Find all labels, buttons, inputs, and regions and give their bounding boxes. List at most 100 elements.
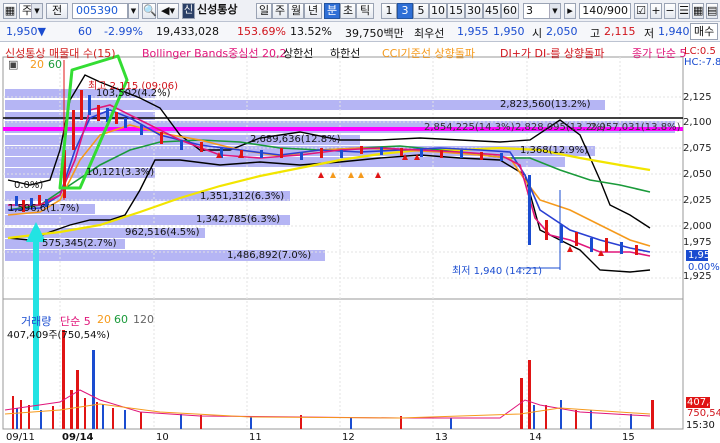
interval-1[interactable]: 1 — [381, 3, 397, 19]
volume-profile-bar — [5, 250, 325, 261]
price-change-pct: -2.99% — [104, 25, 143, 38]
hc-indicator: HC:-7.8 — [684, 57, 720, 68]
profile-label: 1,486,892(7.0%) — [227, 250, 312, 261]
current-price-marker: 1,950 — [688, 250, 717, 261]
stock-badge: 신 — [182, 3, 195, 19]
y-axis-label: 1,925 — [683, 271, 712, 282]
legend-vol-ma20[interactable]: 20 — [97, 313, 111, 326]
settings-icon[interactable]: ▣ — [8, 58, 18, 71]
legend-bollinger-center[interactable]: Bollinger Bands중심선 20,2 — [142, 45, 287, 61]
interval-5[interactable]: 5 — [413, 3, 429, 19]
legend-lower-band[interactable]: 하한선 — [330, 45, 360, 61]
y-axis-label: 2,025 — [683, 195, 712, 206]
legend-cci-cross[interactable]: CCI기준선 상향돌파 — [382, 45, 475, 61]
y-axis-label: 2,000 — [683, 221, 712, 232]
chevron-down-icon: ▼ — [31, 4, 42, 18]
volume-profile-bar — [5, 168, 155, 178]
volume-profile-bar — [5, 228, 205, 238]
search-icon[interactable]: 🔍 — [142, 3, 157, 19]
period-year[interactable]: 년 — [304, 3, 322, 19]
chart-canvas — [2, 54, 710, 430]
grid-view-icon[interactable]: ▦ — [692, 3, 704, 19]
period-day[interactable]: 일 — [256, 3, 272, 19]
data-count-input[interactable]: 140/900 — [579, 3, 631, 19]
stock-code-input[interactable]: 005390 — [72, 3, 128, 19]
legend-close-ma5[interactable]: 종가 단순 5 — [632, 45, 686, 61]
current-price: 1,950▼ — [6, 25, 46, 38]
volume-profile-bar — [5, 89, 155, 98]
best-bid: 1,950 — [493, 25, 525, 38]
turnover-rate: 13.52% — [290, 25, 332, 38]
interval-60[interactable]: 60 — [501, 3, 519, 19]
legend-di-cross[interactable]: DI+가 DI-를 상향돌파 — [500, 45, 604, 61]
profile-label: 103,502(4.2%) — [96, 88, 171, 99]
grid-icon[interactable]: ▦ — [3, 3, 17, 19]
y-axis-label: 2,125 — [683, 92, 712, 103]
zoom-out-icon[interactable]: − — [664, 3, 676, 19]
legend-upper-band[interactable]: 상한선 — [283, 45, 313, 61]
y-axis-label: 1,975 — [683, 237, 712, 248]
profile-label: 10,121(3.3%) — [86, 167, 155, 178]
checkbox-icon[interactable]: ☑ — [634, 3, 648, 19]
profile-label: 575,345(2.7%) — [42, 238, 117, 249]
cursor-icon[interactable]: ▸ — [564, 3, 576, 19]
volume-profile-bar — [5, 121, 675, 133]
y-axis-label: 2,050 — [683, 169, 712, 180]
volume-marker: 407,40 — [687, 397, 720, 408]
x-axis-label: 09/14 — [62, 432, 94, 443]
x-axis-label: 11 — [249, 432, 262, 443]
y-axis-label: 2,100 — [683, 117, 712, 128]
interval-3[interactable]: 3 — [397, 3, 413, 19]
volume-pct-marker: 750,54 — [687, 408, 720, 419]
interval-30[interactable]: 30 — [465, 3, 483, 19]
legend-vol-ma5[interactable]: 단순 5 — [60, 313, 91, 329]
legend-vol-ma60[interactable]: 60 — [114, 313, 128, 326]
period-second[interactable]: 초 — [340, 3, 356, 19]
period-week[interactable]: 주 — [272, 3, 288, 19]
code-dropdown-icon[interactable]: ▼ — [128, 3, 139, 19]
low-price: 1,940 — [658, 25, 690, 38]
interval-select-label: 3 — [526, 4, 533, 17]
volume-profile-bar — [5, 191, 290, 201]
volume-value: 19,433,028 — [156, 25, 219, 38]
x-axis-label: 09/11 — [6, 432, 35, 443]
volume-profile-bar — [5, 112, 155, 120]
chevron-down-icon: ▼ — [549, 4, 560, 18]
period-month[interactable]: 월 — [288, 3, 304, 19]
profile-label: 2,823,560(13.2%) — [500, 99, 591, 110]
legend-vol-ma120[interactable]: 120 — [133, 313, 154, 326]
interval-10[interactable]: 10 — [429, 3, 447, 19]
volume-current-value: 407,409주(750,54%) — [7, 330, 110, 341]
profile-label: 2,689,636(12.8%) — [250, 134, 341, 145]
open-label: 시 — [532, 27, 543, 40]
buy-button[interactable]: 매수 — [690, 23, 719, 40]
left-pct-tag: 0.0%) — [14, 180, 44, 191]
legend-volume-profile[interactable]: 신성통상 매물대 수(15) — [5, 45, 116, 61]
price-chart-area[interactable]: 신성통상 매물대 수(15) Bollinger Bands중심선 20,2 상… — [0, 0, 720, 443]
volume-profile-bar — [5, 204, 95, 214]
market-combo[interactable]: 주 ▼ — [19, 3, 43, 19]
trading-chart-window: { "toolbar": { "market_combo": "주", "his… — [0, 0, 720, 443]
menu-icon[interactable]: ☰ — [678, 3, 690, 19]
period-tick[interactable]: 틱 — [356, 3, 374, 19]
zoom-in-icon[interactable]: + — [650, 3, 662, 19]
legend-volume[interactable]: 거래량 — [21, 313, 51, 329]
quote-bar: 1,950▼ 60 -2.99% 19,433,028 153.69% 13.5… — [0, 22, 720, 42]
history-button[interactable]: 전 — [46, 3, 68, 19]
period-minute[interactable]: 분 — [324, 3, 340, 19]
price-change: 60 — [78, 25, 92, 38]
lc-indicator: LC:0.5 — [684, 46, 716, 57]
legend-ma60[interactable]: 60 — [48, 58, 62, 71]
open-price: 2,050 — [546, 25, 578, 38]
volume-profile-bar — [5, 215, 290, 225]
high-price: 2,115 — [604, 25, 636, 38]
legend-ma20[interactable]: 20 — [30, 58, 44, 71]
interval-select[interactable]: 3 ▼ — [523, 3, 561, 19]
interval-15[interactable]: 15 — [447, 3, 465, 19]
profile-label: 1,351,312(6.3%) — [200, 191, 285, 202]
volume-profile-bar — [5, 100, 605, 110]
more-icon[interactable]: ▤ — [706, 3, 718, 19]
speaker-icon[interactable]: ◀▾ — [157, 3, 179, 19]
interval-45[interactable]: 45 — [483, 3, 501, 19]
current-pct-marker: 0.00% — [688, 262, 720, 273]
